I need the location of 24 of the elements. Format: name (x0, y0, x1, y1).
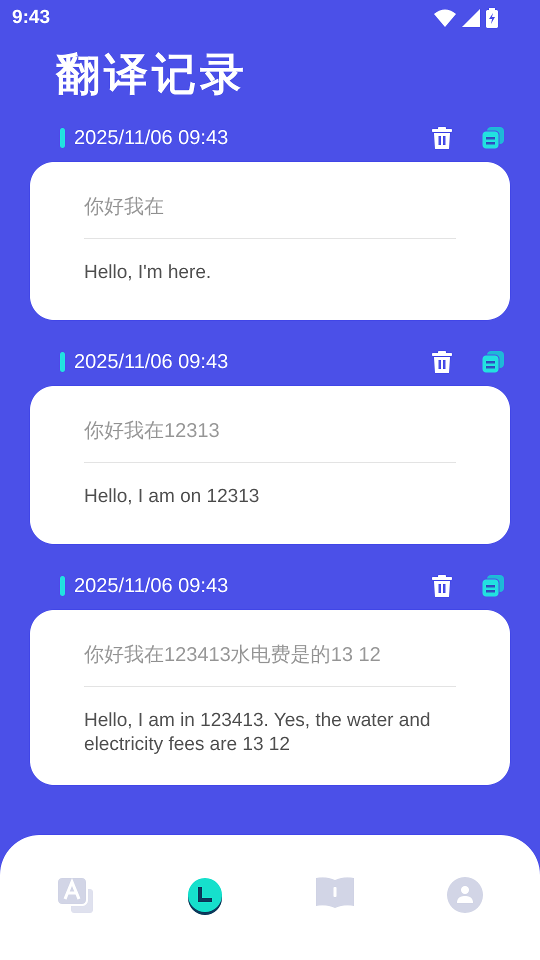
clock-icon[interactable] (186, 877, 224, 915)
source-text: 你好我在 (84, 192, 456, 239)
accent-bar (60, 352, 65, 372)
page-title: 翻译记录 (54, 49, 249, 101)
delete-icon[interactable] (432, 127, 452, 149)
translation-text: Hello, I am on 12313 (84, 485, 260, 509)
delete-icon[interactable] (432, 575, 452, 597)
battery-icon (486, 8, 498, 28)
record-time: 2025/11/06 09:43 (74, 350, 230, 375)
accent-bar (60, 576, 65, 596)
wifi-icon (434, 9, 456, 27)
accent-bar (60, 128, 65, 148)
copy-icon[interactable] (482, 351, 504, 373)
status-time: 9:43 (12, 6, 50, 30)
record-time: 2025/11/06 09:43 (74, 126, 230, 151)
translation-text: Hello, I am in 123413. Yes, the water and electricity fees are 13 12 (84, 709, 432, 757)
copy-icon[interactable] (482, 127, 504, 149)
copy-icon[interactable] (482, 575, 504, 597)
source-text: 你好我在12313 (84, 416, 456, 463)
delete-icon[interactable] (432, 351, 452, 373)
signal-icon (462, 9, 480, 27)
translation-text: Hello, I'm here. (84, 261, 212, 285)
record-time: 2025/11/06 09:43 (74, 574, 230, 599)
source-text: 你好我在123413水电费是的13 12 (84, 640, 456, 687)
